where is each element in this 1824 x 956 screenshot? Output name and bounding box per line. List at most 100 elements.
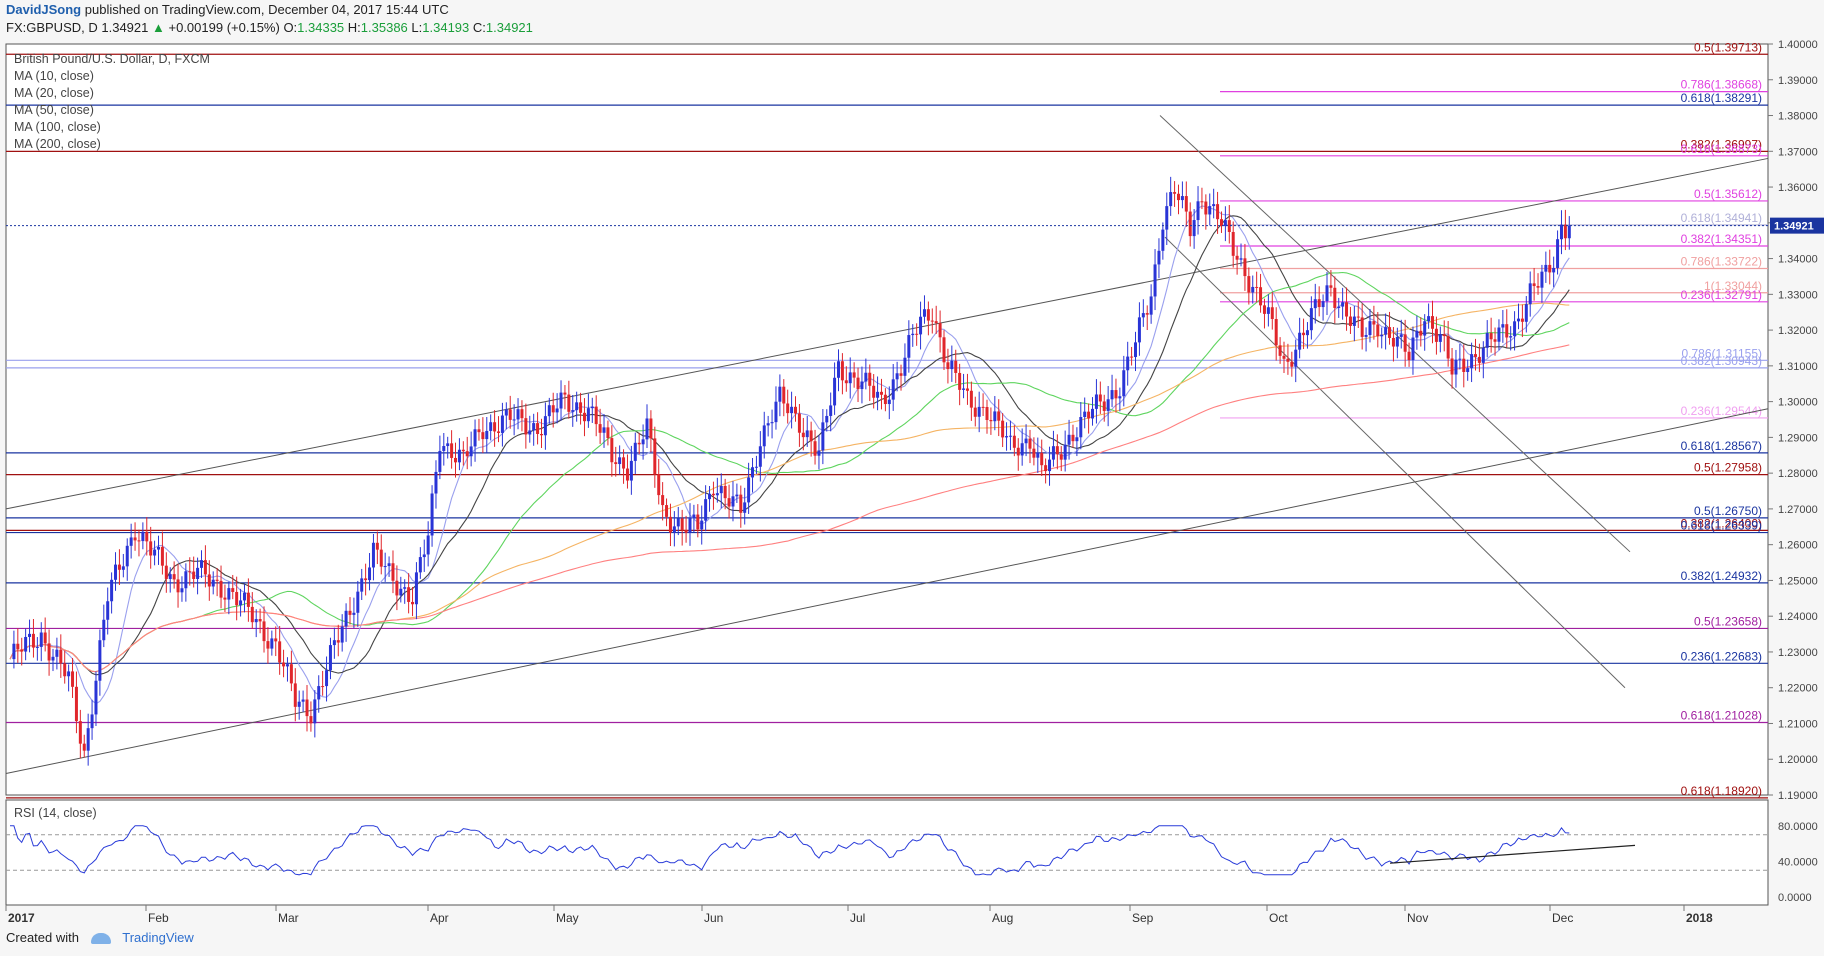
candle-body xyxy=(1188,211,1192,237)
candle-body xyxy=(98,640,102,681)
created-with-text: Created with xyxy=(6,930,79,945)
candle-body xyxy=(301,699,305,702)
candle-body xyxy=(1345,302,1349,317)
candle-body xyxy=(919,316,923,335)
candle-body xyxy=(633,442,637,461)
candle-body xyxy=(1044,465,1048,472)
y-tick-label: 1.37000 xyxy=(1778,146,1818,158)
candle-body xyxy=(1032,448,1036,458)
candle-body xyxy=(700,520,704,530)
candle-body xyxy=(1364,335,1368,337)
candle-body xyxy=(1087,411,1091,419)
x-tick-label: Jun xyxy=(704,911,723,925)
candle-body xyxy=(454,457,458,463)
candle-body xyxy=(731,496,735,507)
candle-body xyxy=(1356,316,1360,318)
candle-body xyxy=(133,537,137,541)
candle-body xyxy=(1094,394,1098,409)
candle-body xyxy=(340,626,344,643)
candle-body xyxy=(649,418,653,439)
candle-body xyxy=(1493,339,1497,342)
candle-body xyxy=(289,664,293,684)
candle-body xyxy=(1005,436,1009,438)
y-tick-label: 1.34000 xyxy=(1778,254,1818,266)
candle-body xyxy=(1266,307,1270,314)
candle-body xyxy=(246,592,250,607)
candle-body xyxy=(1196,201,1200,221)
candle-body xyxy=(614,462,618,465)
candle-body xyxy=(1239,258,1243,260)
candle-body xyxy=(1489,333,1493,340)
candle-body xyxy=(375,542,379,550)
fib-level-label: 0.618(1.38291) xyxy=(1681,91,1762,105)
candle-body xyxy=(1048,459,1052,472)
candle-body xyxy=(352,612,356,615)
candle-body xyxy=(1055,446,1059,455)
candle-body xyxy=(1067,434,1071,445)
candle-body xyxy=(719,485,723,494)
candle-body xyxy=(704,499,708,521)
candle-body xyxy=(1481,347,1485,363)
fib-level-label: 0.236(1.22683) xyxy=(1681,649,1762,663)
candle-body xyxy=(1509,336,1513,338)
candle-body xyxy=(500,415,504,433)
candle-body xyxy=(508,409,512,420)
candle-body xyxy=(348,610,352,615)
candle-body xyxy=(997,411,1001,421)
candle-body xyxy=(876,391,880,398)
candle-body xyxy=(1091,408,1095,419)
candle-body xyxy=(1219,219,1223,227)
candle-body xyxy=(266,641,270,649)
price-chart-svg[interactable]: 1.400001.390001.380001.370001.360001.350… xyxy=(0,0,1824,956)
candle-body xyxy=(12,643,16,660)
candle-body xyxy=(149,541,153,556)
candle-body xyxy=(1024,438,1028,444)
x-tick-label: 2017 xyxy=(8,911,35,925)
y-tick-label: 1.20000 xyxy=(1778,754,1818,766)
candle-body xyxy=(1145,313,1149,315)
candle-body xyxy=(821,422,825,451)
candle-body xyxy=(1278,345,1282,356)
candle-body xyxy=(684,530,688,533)
candle-body xyxy=(71,671,75,687)
candle-body xyxy=(797,413,801,433)
candle-body xyxy=(1563,224,1567,239)
candle-body xyxy=(239,600,243,606)
candle-body xyxy=(653,438,657,475)
candle-body xyxy=(594,406,598,425)
candle-body xyxy=(63,663,67,677)
candle-body xyxy=(35,646,39,648)
candle-body xyxy=(1270,307,1274,320)
fib-level-label: 0.5(1.35612) xyxy=(1694,187,1762,201)
candle-body xyxy=(1141,313,1145,318)
candle-body xyxy=(383,566,387,568)
candle-body xyxy=(1200,201,1204,203)
candle-body xyxy=(180,588,184,593)
candle-body xyxy=(1063,444,1067,460)
tradingview-brand[interactable]: TradingView xyxy=(122,930,194,945)
candle-body xyxy=(1368,321,1372,336)
candle-body xyxy=(1051,446,1055,460)
candle-body xyxy=(1524,304,1528,322)
candle-body xyxy=(950,360,954,370)
candle-body xyxy=(1161,229,1165,251)
candle-body xyxy=(360,578,364,592)
candle-body xyxy=(563,392,567,395)
candle-body xyxy=(86,728,90,751)
candle-body xyxy=(915,333,919,335)
candle-body xyxy=(481,432,485,440)
candle-body xyxy=(489,422,493,431)
candle-body xyxy=(1294,349,1298,367)
y-tick-label: 1.40000 xyxy=(1778,39,1818,51)
x-tick-label: Oct xyxy=(1269,911,1288,925)
candle-body xyxy=(368,567,372,581)
candle-body xyxy=(774,401,778,423)
fib-level-label: 0.786(1.33722) xyxy=(1681,255,1762,269)
candle-body xyxy=(1216,204,1220,220)
y-tick-label: 1.26000 xyxy=(1778,540,1818,552)
candle-body xyxy=(1012,435,1016,448)
candle-body xyxy=(586,408,590,422)
candle-body xyxy=(555,408,559,413)
candle-body xyxy=(676,518,680,527)
candle-body xyxy=(579,402,583,413)
